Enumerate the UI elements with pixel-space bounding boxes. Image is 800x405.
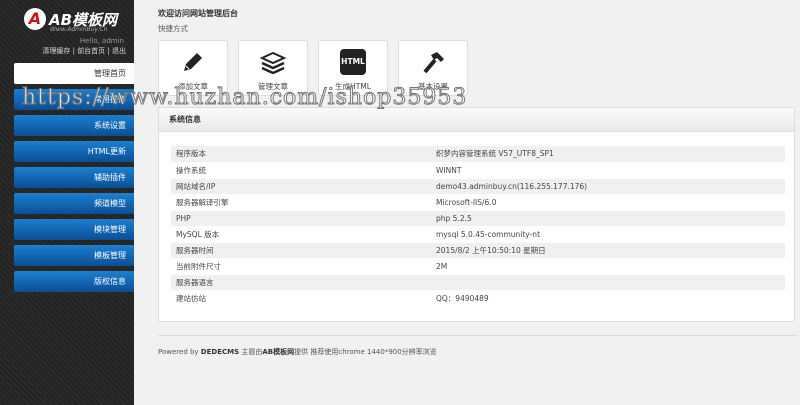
table-row: 服务器时间 2015/8/2 上午10:50:10 星期日 bbox=[171, 242, 785, 259]
logo[interactable]: A AB模板网 Www.AdminBuy.Cn bbox=[24, 8, 117, 33]
shortcut-manage-articles[interactable]: 管理文章 bbox=[238, 40, 308, 96]
shortcut-label: 管理文章 bbox=[258, 82, 288, 91]
main-content: 欢迎访问网站管理后台 快捷方式 添加文章 管理文章 HTML 生成HTML 基本… bbox=[134, 0, 800, 405]
info-label: 服务器时间 bbox=[171, 242, 431, 259]
info-value: php 5.2.5 bbox=[431, 210, 785, 227]
page-title: 欢迎访问网站管理后台 bbox=[158, 9, 238, 18]
info-value: QQ：9490489 bbox=[431, 290, 785, 307]
logo-icon: A bbox=[24, 8, 46, 30]
info-value: demo43.adminbuy.cn(116.255.177.176) bbox=[431, 178, 785, 195]
divider bbox=[158, 335, 798, 336]
info-value: mysql 5.0.45-community-nt bbox=[431, 226, 785, 243]
info-label: 网站域名/IP bbox=[171, 178, 431, 195]
info-value: Microsoft-IIS/6.0 bbox=[431, 194, 785, 211]
pencil-icon bbox=[159, 49, 227, 75]
system-info-table: 程序版本 织梦内容管理系统 V57_UTF8_SP1 操作系统 WINNT 网站域名/I… bbox=[171, 146, 785, 307]
html-icon: HTML bbox=[319, 49, 387, 75]
shortcut-basic-settings[interactable]: 基本设置 bbox=[398, 40, 468, 96]
dedecms-link[interactable]: DEDECMS bbox=[201, 348, 239, 356]
table-row: 当前附件尺寸 2M bbox=[171, 258, 785, 275]
panel-title: 系统信息 bbox=[159, 108, 794, 132]
hammer-icon bbox=[399, 49, 467, 75]
info-label: 当前附件尺寸 bbox=[171, 258, 431, 275]
table-row: 操作系统 WINNT bbox=[171, 162, 785, 179]
shortcut-label: 生成HTML bbox=[335, 82, 371, 91]
menu-item-modules[interactable]: 模块管理 bbox=[14, 219, 134, 240]
table-row: 建站仿站 QQ：9490489 bbox=[171, 290, 785, 307]
table-row: PHP php 5.2.5 bbox=[171, 210, 785, 227]
table-row: 程序版本 织梦内容管理系统 V57_UTF8_SP1 bbox=[171, 146, 785, 163]
info-label: 服务器语言 bbox=[171, 274, 431, 291]
menu-item-copyright[interactable]: 版权信息 bbox=[14, 271, 134, 292]
info-value: 织梦内容管理系统 V57_UTF8_SP1 bbox=[431, 146, 785, 163]
shortcut-generate-html[interactable]: HTML 生成HTML bbox=[318, 40, 388, 96]
info-label: 程序版本 bbox=[171, 146, 431, 163]
ab-link[interactable]: AB模板网 bbox=[262, 348, 294, 356]
info-value: 2015/8/2 上午10:50:10 星期日 bbox=[431, 242, 785, 259]
table-row: 服务器语言 bbox=[171, 274, 785, 291]
sidebar: A AB模板网 Www.AdminBuy.Cn Hello, admin 清理缓… bbox=[0, 0, 134, 405]
logout-link[interactable]: 退出 bbox=[112, 47, 126, 55]
table-row: 网站域名/IP demo43.adminbuy.cn(116.255.177.17… bbox=[171, 178, 785, 195]
menu-item-home[interactable]: 管理首页 bbox=[14, 63, 134, 84]
info-value bbox=[431, 274, 785, 291]
table-row: MySQL 版本 mysql 5.0.45-community-nt bbox=[171, 226, 785, 243]
greeting: Hello, admin bbox=[79, 37, 124, 45]
info-value: WINNT bbox=[431, 162, 785, 179]
menu-item-channel[interactable]: 频道模型 bbox=[14, 193, 134, 214]
info-label: 建站仿站 bbox=[171, 290, 431, 307]
info-label: MySQL 版本 bbox=[171, 226, 431, 243]
menu-item-system[interactable]: 系统设置 bbox=[14, 115, 134, 136]
info-label: PHP bbox=[171, 210, 431, 227]
menu-item-common[interactable]: 常用操作 bbox=[14, 89, 134, 110]
shortcuts-label: 快捷方式 bbox=[158, 24, 188, 33]
clear-cache-link[interactable]: 清理缓存 bbox=[42, 47, 70, 55]
menu-item-templates[interactable]: 模板管理 bbox=[14, 245, 134, 266]
frontend-home-link[interactable]: 前台首页 bbox=[77, 47, 105, 55]
info-label: 服务器解译引擎 bbox=[171, 194, 431, 211]
shortcut-add-article[interactable]: 添加文章 bbox=[158, 40, 228, 96]
table-row: 服务器解译引擎 Microsoft-IIS/6.0 bbox=[171, 194, 785, 211]
logo-subtitle: Www.AdminBuy.Cn bbox=[50, 26, 108, 33]
stack-icon bbox=[239, 49, 307, 75]
top-links: 清理缓存 | 前台首页 | 退出 bbox=[42, 47, 126, 55]
shortcut-label: 添加文章 bbox=[178, 82, 208, 91]
footer: Powered by DEDECMS 主题由AB模板网提供 推荐使用chrome… bbox=[158, 348, 437, 356]
menu-item-html[interactable]: HTML更新 bbox=[14, 141, 134, 162]
info-value: 2M bbox=[431, 258, 785, 275]
shortcut-label: 基本设置 bbox=[418, 82, 448, 91]
sidebar-menu: 管理首页 常用操作 系统设置 HTML更新 辅助插件 频道模型 模块管理 模板管… bbox=[14, 63, 134, 297]
menu-item-plugins[interactable]: 辅助插件 bbox=[14, 167, 134, 188]
system-info-panel: 系统信息 程序版本 织梦内容管理系统 V57_UTF8_SP1 操作系统 WINNT 网… bbox=[158, 107, 795, 322]
info-label: 操作系统 bbox=[171, 162, 431, 179]
